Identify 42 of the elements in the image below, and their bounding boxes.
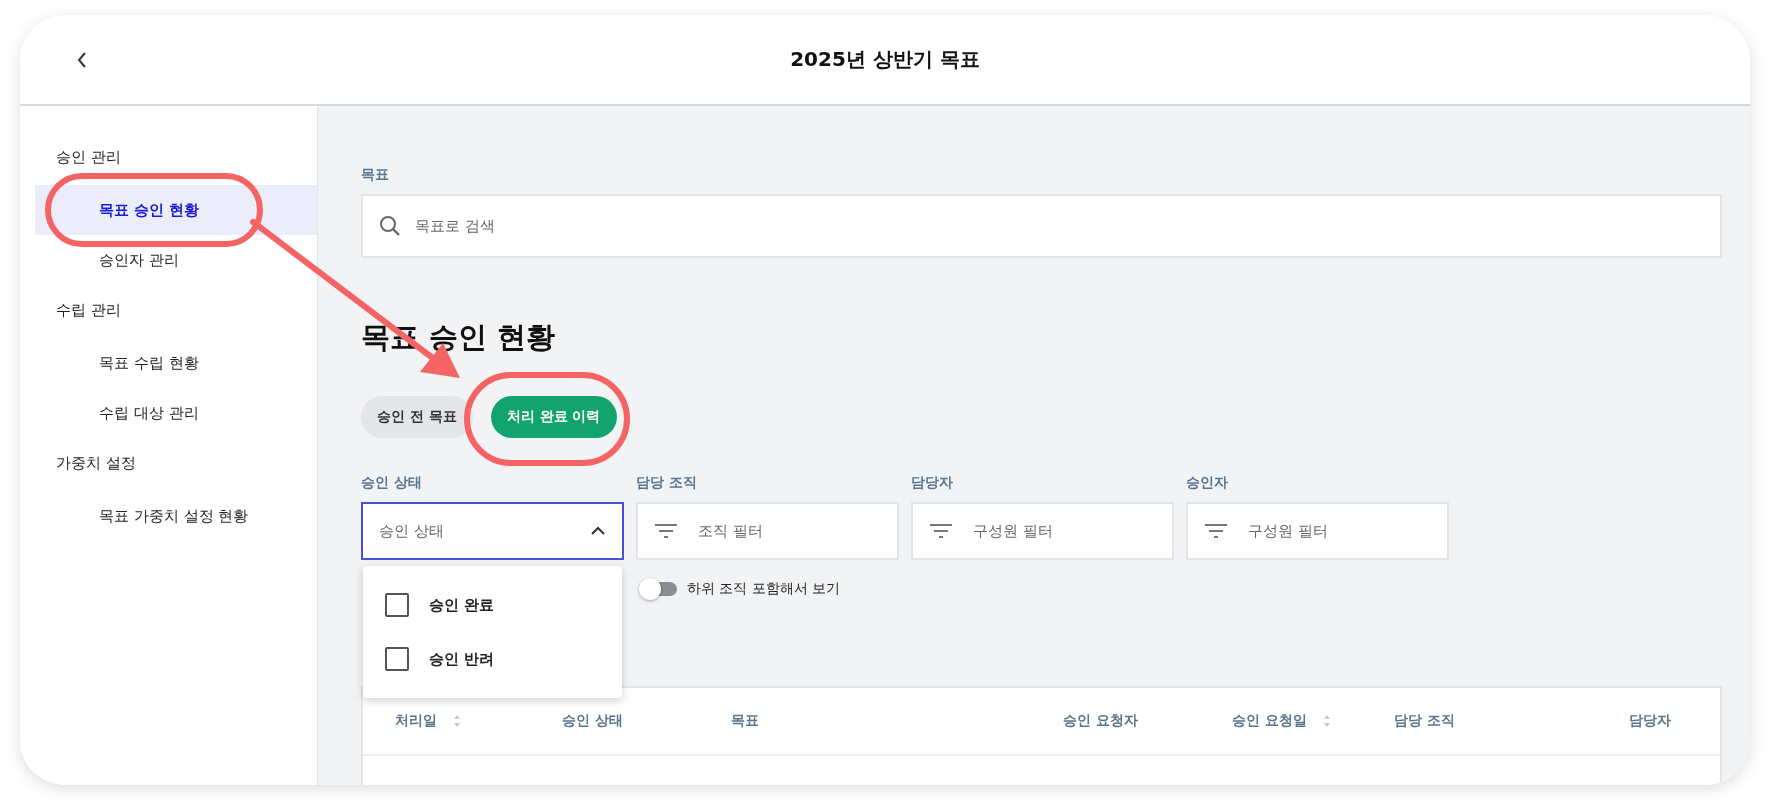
column-header[interactable]: 처리일	[395, 712, 437, 730]
sidebar-item[interactable]: 승인자 관리	[35, 235, 317, 285]
column-header[interactable]: 승인 요청일	[1232, 712, 1307, 730]
chevron-up-icon	[590, 526, 606, 536]
column-header[interactable]: 목표	[731, 712, 759, 730]
status-select[interactable]: 승인 상태	[361, 502, 624, 560]
sidebar-item[interactable]: 목표 승인 현황	[35, 185, 317, 235]
chevron-left-icon	[76, 51, 88, 69]
filter-field[interactable]: 구성원 필터	[911, 502, 1174, 560]
column-header[interactable]: 승인 요청자	[1063, 712, 1138, 730]
filter-icon	[654, 523, 678, 539]
toggle-label: 하위 조직 포함해서 보기	[687, 580, 841, 598]
search-field[interactable]: 목표로 검색	[361, 194, 1722, 258]
dropdown-option[interactable]: 승인 완료	[363, 578, 622, 632]
field-label: 목표	[361, 166, 390, 184]
filter-icon	[1204, 523, 1228, 539]
view-tab[interactable]: 승인 전 목표	[361, 396, 473, 438]
filter-label: 담당 조직	[636, 474, 698, 492]
option-label: 승인 완료	[429, 595, 495, 615]
view-tab[interactable]: 처리 완료 이력	[490, 396, 617, 438]
filter-label: 승인자	[1186, 474, 1229, 492]
select-placeholder: 승인 상태	[379, 521, 444, 541]
filter-label: 승인 상태	[361, 474, 423, 492]
filter-icon	[929, 523, 953, 539]
column-header[interactable]: 담당 조직	[1394, 712, 1455, 730]
column-header[interactable]: 승인 상태	[562, 712, 623, 730]
dropdown-option[interactable]: 승인 반려	[363, 632, 622, 686]
filter-field[interactable]: 구성원 필터	[1186, 502, 1449, 560]
filter-field[interactable]: 조직 필터	[636, 502, 899, 560]
column-header[interactable]: 담당자	[1629, 712, 1671, 730]
sidebar-section-title: 수립 관리	[55, 300, 122, 321]
sidebar-section-title: 가중치 설정	[55, 453, 137, 474]
sidebar-section-title: 승인 관리	[55, 147, 122, 168]
option-label: 승인 반려	[429, 649, 495, 669]
sidebar-item[interactable]: 수립 대상 관리	[35, 388, 317, 438]
page-title: 2025년 상반기 목표	[790, 46, 980, 73]
checkbox[interactable]	[385, 593, 409, 617]
filter-label: 담당자	[911, 474, 954, 492]
checkbox[interactable]	[385, 647, 409, 671]
sidebar-item[interactable]: 목표 가중치 설정 현황	[35, 491, 317, 541]
search-icon	[379, 215, 401, 237]
sidebar-item[interactable]: 목표 수립 현황	[35, 338, 317, 388]
